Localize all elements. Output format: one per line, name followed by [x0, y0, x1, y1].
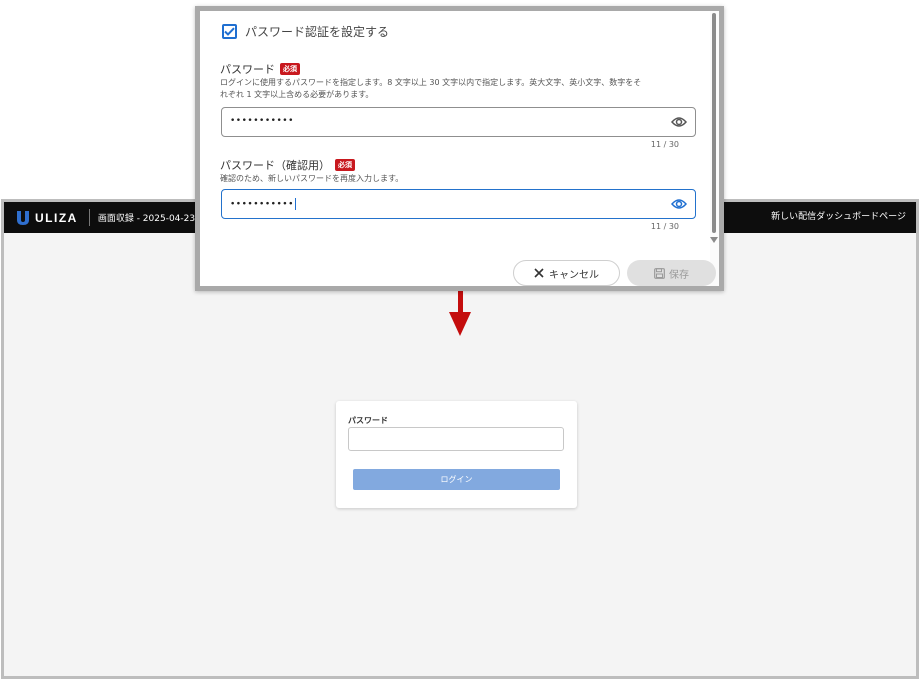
login-password-input[interactable]	[348, 427, 564, 451]
save-button[interactable]: 保存	[627, 260, 716, 286]
login-card: パスワード ログイン	[336, 401, 577, 508]
cancel-button-label: キャンセル	[549, 269, 599, 281]
confirm-help: 確認のため、新しいパスワードを再度入力します。	[220, 174, 404, 183]
save-icon	[654, 267, 665, 279]
save-button-label: 保存	[669, 269, 689, 281]
required-badge: 必須	[280, 63, 300, 75]
uliza-logo-icon	[17, 210, 29, 225]
login-button[interactable]: ログイン	[353, 469, 560, 490]
password-char-counter: 11 / 30	[650, 140, 679, 149]
text-caret	[294, 198, 296, 210]
password-help-line1: ログインに使用するパスワードを指定します。8 文字以上 30 文字以内で指定しま…	[220, 78, 642, 87]
eye-icon[interactable]	[671, 115, 687, 129]
password-auth-label: パスワード認証を設定する	[245, 25, 390, 39]
logo-text: ULIZA	[35, 210, 78, 225]
password-settings-dialog: パスワード認証を設定する パスワード 必須 ログインに使用するパスワードを指定し…	[195, 6, 724, 291]
confirm-field-label: パスワード（確認用） 必須	[220, 157, 355, 173]
password-input[interactable]: •••••••••••	[221, 107, 696, 137]
confirm-char-counter: 11 / 30	[650, 222, 679, 231]
composite-screenshot: ULIZA 画面収録 - 2025-04-23 12:51 新しい配信ダッシュボ…	[0, 0, 921, 681]
eye-icon[interactable]	[671, 197, 687, 211]
confirm-password-input[interactable]: •••••••••••	[221, 189, 696, 219]
scrollbar[interactable]	[710, 11, 719, 286]
check-icon	[224, 27, 235, 36]
close-icon	[534, 268, 544, 278]
cancel-button[interactable]: キャンセル	[513, 260, 620, 286]
confirm-label-text: パスワード（確認用）	[220, 159, 330, 172]
password-field-label: パスワード 必須	[220, 61, 300, 77]
required-badge: 必須	[335, 159, 355, 171]
scrollbar-thumb[interactable]	[712, 13, 716, 233]
login-password-label: パスワード	[348, 416, 388, 425]
arrow-down-icon	[449, 312, 471, 336]
password-help-line2: れぞれ 1 文字以上含める必要があります。	[220, 90, 374, 99]
scroll-down-icon[interactable]	[710, 237, 718, 243]
dashboard-link[interactable]: 新しい配信ダッシュボードページ	[771, 202, 906, 233]
confirm-password-value: •••••••••••	[230, 198, 296, 210]
password-auth-toggle[interactable]: パスワード認証を設定する	[222, 23, 389, 40]
divider	[88, 209, 90, 226]
password-auth-checkbox[interactable]	[222, 24, 237, 39]
password-value: •••••••••••	[230, 116, 294, 126]
uliza-logo[interactable]: ULIZA	[16, 210, 78, 226]
password-label-text: パスワード	[220, 63, 275, 76]
password-help: ログインに使用するパスワードを指定します。8 文字以上 30 文字以内で指定しま…	[220, 77, 641, 101]
